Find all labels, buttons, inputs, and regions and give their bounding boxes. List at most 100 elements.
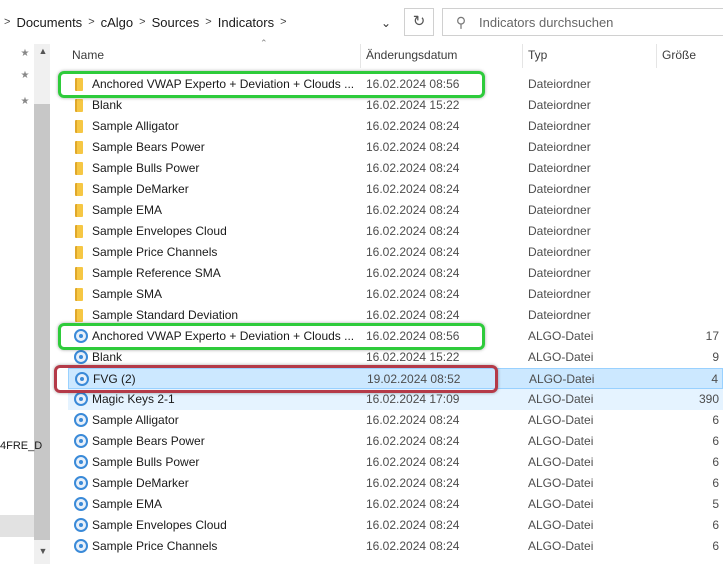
pin-icon[interactable]: ★ (19, 96, 31, 108)
sort-ascending-icon: ⌃ (260, 38, 268, 48)
file-size: 17 (705, 329, 719, 343)
file-type: ALGO-Datei (528, 455, 594, 469)
file-date: 16.02.2024 08:24 (366, 308, 460, 322)
file-date: 16.02.2024 08:24 (366, 455, 460, 469)
file-row[interactable]: Sample EMA 16.02.2024 08:24 Dateiordner (68, 200, 723, 221)
chevron-down-icon[interactable]: ⌄ (374, 12, 398, 34)
search-input[interactable]: Indicators durchsuchen (479, 15, 613, 30)
file-date: 16.02.2024 08:24 (366, 182, 460, 196)
algo-file-icon (74, 350, 88, 364)
file-row[interactable]: Sample Bulls Power 16.02.2024 08:24 ALGO-D… (68, 452, 723, 473)
file-name: Sample Reference SMA (92, 266, 221, 280)
file-type: Dateiordner (528, 119, 591, 133)
file-name: Sample Envelopes Cloud (92, 224, 227, 238)
file-type: Dateiordner (528, 203, 591, 217)
pin-icon[interactable]: ★ (19, 48, 31, 60)
file-name: Sample EMA (92, 203, 163, 217)
file-row[interactable]: Sample Bears Power 16.02.2024 08:24 Dateio… (68, 137, 723, 158)
file-row[interactable]: Sample Price Channels 16.02.2024 08:24 ALG… (68, 536, 723, 557)
file-type: Dateiordner (528, 98, 591, 112)
chevron-right-icon: > (88, 16, 95, 28)
folder-icon (75, 162, 83, 175)
folder-icon (75, 204, 83, 217)
navigation-item-label[interactable]: 4FRE_D (0, 440, 42, 452)
navigation-item-selected[interactable] (0, 515, 34, 537)
file-type: ALGO-Datei (528, 434, 594, 448)
file-type: ALGO-Datei (528, 392, 594, 406)
file-row[interactable]: Sample Envelopes Cloud 16.02.2024 08:24 AL… (68, 515, 723, 536)
chevron-right-icon: > (139, 16, 146, 28)
breadcrumb-indicators[interactable]: Indicators (218, 15, 274, 30)
file-row[interactable]: Sample EMA 16.02.2024 08:24 ALGO-Datei 5 (68, 494, 723, 515)
folder-icon (75, 183, 83, 196)
file-type: ALGO-Datei (528, 518, 594, 532)
folder-icon (75, 309, 83, 322)
column-date[interactable]: Änderungsdatum (366, 48, 457, 62)
file-row[interactable]: Sample Alligator 16.02.2024 08:24 Dateiord… (68, 116, 723, 137)
file-date: 16.02.2024 08:24 (366, 497, 460, 511)
address-toolbar: > Documents > cAlgo > Sources > Indicato… (0, 0, 723, 44)
file-row[interactable]: Sample Envelopes Cloud 16.02.2024 08:24 Da… (68, 221, 723, 242)
column-divider[interactable] (360, 44, 361, 68)
file-type: Dateiordner (528, 77, 591, 91)
column-size[interactable]: Größe (662, 48, 696, 62)
file-date: 16.02.2024 08:24 (366, 413, 460, 427)
file-row[interactable]: Sample DeMarker 16.02.2024 08:24 ALGO-Date… (68, 473, 723, 494)
chevron-right-icon[interactable]: > (280, 16, 286, 28)
file-name: Sample SMA (92, 287, 163, 301)
pin-icon[interactable]: ★ (19, 70, 31, 82)
file-name: Sample Bulls Power (92, 161, 200, 175)
scroll-up-icon[interactable]: ▲ (37, 44, 49, 58)
column-type[interactable]: Typ (528, 48, 547, 62)
file-date: 16.02.2024 08:24 (366, 140, 460, 154)
file-name: Sample Bears Power (92, 140, 205, 154)
column-divider[interactable] (522, 44, 523, 68)
file-name: Blank (92, 350, 123, 364)
file-date: 16.02.2024 08:24 (366, 161, 460, 175)
breadcrumb-documents[interactable]: Documents (16, 15, 82, 30)
file-name: Sample DeMarker (92, 476, 189, 490)
file-date: 16.02.2024 08:24 (366, 287, 460, 301)
folder-icon (75, 225, 83, 238)
file-row[interactable]: Sample DeMarker 16.02.2024 08:24 Dateiordn… (68, 179, 723, 200)
file-name: Sample Bears Power (92, 434, 205, 448)
file-row[interactable]: Sample Price Channels 16.02.2024 08:24 Dat… (68, 242, 723, 263)
file-size: 6 (712, 476, 719, 490)
search-box[interactable]: ⚲ Indicators durchsuchen (442, 8, 723, 36)
breadcrumb-calgo[interactable]: cAlgo (101, 15, 134, 30)
file-date: 16.02.2024 08:24 (366, 476, 460, 490)
file-date: 16.02.2024 08:24 (366, 518, 460, 532)
scrollbar-thumb[interactable] (34, 104, 50, 540)
file-date: 16.02.2024 17:09 (366, 392, 460, 406)
file-name: Sample Alligator (92, 119, 179, 133)
file-size: 4 (711, 372, 718, 386)
highlight-frame-red (54, 365, 498, 393)
file-name: Sample Alligator (92, 413, 179, 427)
file-date: 16.02.2024 08:24 (366, 266, 460, 280)
file-name: Sample DeMarker (92, 182, 189, 196)
file-row[interactable]: Sample SMA 16.02.2024 08:24 Dateiordner (68, 284, 723, 305)
file-type: ALGO-Datei (528, 539, 594, 553)
file-name: Sample Bulls Power (92, 455, 200, 469)
file-row[interactable]: Sample Bears Power 16.02.2024 08:24 ALGO-D… (68, 431, 723, 452)
chevron-right-icon: > (205, 16, 212, 28)
file-row[interactable]: Blank 16.02.2024 15:22 Dateiordner (68, 95, 723, 116)
file-row[interactable]: Sample Reference SMA 16.02.2024 08:24 Date… (68, 263, 723, 284)
file-type: Dateiordner (528, 287, 591, 301)
breadcrumb-sources[interactable]: Sources (152, 15, 200, 30)
chevron-right-icon: > (4, 16, 11, 28)
folder-icon (75, 288, 83, 301)
file-name: Magic Keys 2-1 (92, 392, 175, 406)
column-header: ⌃ Name Änderungsdatum Typ Größe (52, 38, 723, 68)
file-date: 16.02.2024 08:24 (366, 203, 460, 217)
file-type: ALGO-Datei (528, 413, 594, 427)
refresh-button[interactable]: ↻ (404, 8, 434, 36)
algo-file-icon (74, 455, 88, 469)
file-row[interactable]: Sample Alligator 16.02.2024 08:24 ALGO-Dat… (68, 410, 723, 431)
file-type: ALGO-Datei (528, 329, 594, 343)
column-name[interactable]: Name (72, 48, 104, 62)
file-type: Dateiordner (528, 245, 591, 259)
scroll-down-icon[interactable]: ▼ (37, 544, 49, 558)
file-row[interactable]: Sample Bulls Power 16.02.2024 08:24 Dateio… (68, 158, 723, 179)
column-divider[interactable] (656, 44, 657, 68)
